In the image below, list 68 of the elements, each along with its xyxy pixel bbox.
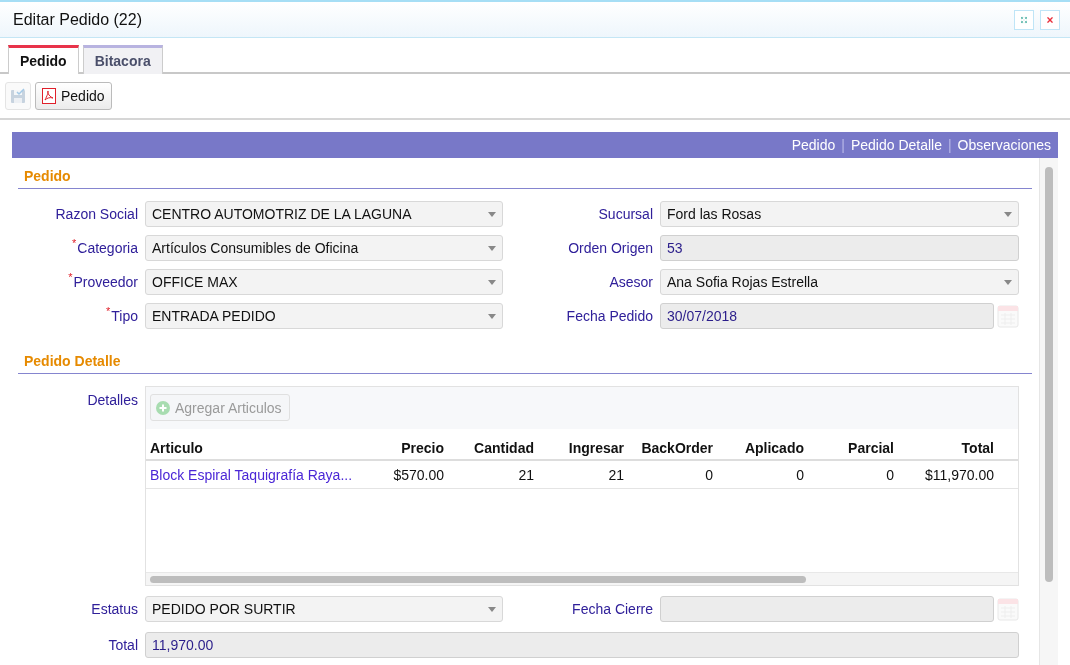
- close-button[interactable]: [1040, 9, 1060, 30]
- table-cell-text: 21: [607, 466, 624, 483]
- column-header[interactable]: Aplicado: [713, 439, 804, 456]
- column-header[interactable]: Articulo: [146, 439, 364, 456]
- column-header[interactable]: BackOrder: [624, 439, 713, 456]
- vertical-scrollbar[interactable]: [1045, 167, 1053, 582]
- tab[interactable]: Bitacora: [82, 45, 163, 74]
- column-header[interactable]: Total: [894, 439, 994, 456]
- caret-icon: [488, 313, 496, 319]
- horizontal-scrollbar[interactable]: [150, 576, 806, 583]
- select-field[interactable]: Artículos Consumibles de Oficina: [145, 235, 503, 261]
- calendar-icon[interactable]: [997, 303, 1019, 329]
- pdf-button[interactable]: Pedido: [35, 82, 112, 110]
- tab[interactable]: Pedido: [8, 45, 79, 74]
- field-label: Proveedor: [73, 274, 138, 290]
- date-field[interactable]: 30/07/2018: [660, 303, 994, 329]
- window-title: Editar Pedido (22): [13, 10, 143, 29]
- field-label: Asesor: [608, 274, 653, 290]
- table-cell-text: 21: [517, 466, 534, 483]
- plus-circle-icon: [156, 400, 170, 415]
- date-field[interactable]: [660, 596, 994, 622]
- field-label: Sucursal: [597, 206, 653, 222]
- caret-icon: [1004, 211, 1012, 217]
- calendar-icon[interactable]: [997, 596, 1019, 622]
- field-label: Detalles: [86, 391, 138, 410]
- field-label: Razon Social: [54, 206, 138, 222]
- maximize-button[interactable]: [1014, 9, 1034, 30]
- input-field[interactable]: 11,970.00: [145, 632, 1019, 658]
- pdf-icon: [42, 88, 56, 104]
- select-field[interactable]: ENTRADA PEDIDO: [145, 303, 503, 329]
- table-cell-text: 0: [795, 466, 804, 483]
- select-field[interactable]: Ford las Rosas: [660, 201, 1019, 227]
- section-link[interactable]: Pedido: [791, 137, 836, 153]
- field-label: Orden Origen: [567, 240, 653, 256]
- select-field[interactable]: Ana Sofia Rojas Estrella: [660, 269, 1019, 295]
- field-label: Total: [107, 637, 138, 653]
- table-cell-text: 0: [704, 466, 713, 483]
- caret-icon: [488, 279, 496, 285]
- required-mark: *: [106, 305, 111, 317]
- select-field[interactable]: PEDIDO POR SURTIR: [145, 596, 503, 622]
- column-header[interactable]: Parcial: [804, 439, 894, 456]
- required-mark: *: [68, 271, 73, 283]
- input-field[interactable]: 53: [660, 235, 1019, 261]
- separator: |: [947, 137, 952, 153]
- caret-icon: [488, 211, 496, 217]
- table-cell-text: $570.00: [392, 466, 444, 483]
- select-field[interactable]: CENTRO AUTOMOTRIZ DE LA LAGUNA: [145, 201, 503, 227]
- section-link[interactable]: Observaciones: [957, 137, 1051, 153]
- required-mark: *: [72, 237, 77, 249]
- section-title: Pedido Detalle: [18, 343, 1032, 374]
- field-label: Tipo: [111, 308, 138, 324]
- caret-icon: [488, 606, 496, 612]
- field-label: Fecha Pedido: [565, 308, 653, 324]
- column-header[interactable]: Cantidad: [444, 439, 534, 456]
- caret-icon: [1004, 279, 1012, 285]
- section-title: Pedido: [18, 158, 1032, 189]
- field-label: Categoria: [77, 240, 138, 256]
- field-label: Fecha Cierre: [571, 601, 653, 617]
- select-field[interactable]: OFFICE MAX: [145, 269, 503, 295]
- table-cell-text: $11,970.00: [923, 466, 994, 483]
- article-link[interactable]: Block Espiral Taquigrafía Raya...: [146, 466, 364, 483]
- column-header[interactable]: Precio: [364, 439, 444, 456]
- caret-icon: [488, 245, 496, 251]
- field-label: Estatus: [90, 601, 138, 617]
- column-header[interactable]: Ingresar: [534, 439, 624, 456]
- separator: |: [841, 137, 845, 153]
- section-link[interactable]: Pedido Detalle: [850, 137, 942, 153]
- table-cell-text: 0: [885, 466, 894, 483]
